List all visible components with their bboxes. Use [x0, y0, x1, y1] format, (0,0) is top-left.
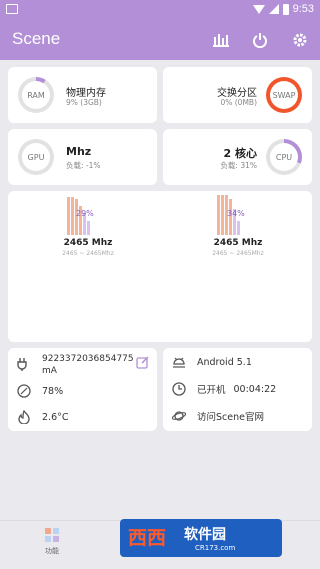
wifi-icon: [252, 4, 265, 14]
battery-temp: 2.6°C: [42, 411, 69, 423]
visit-website-link[interactable]: 访问Scene官网: [197, 409, 264, 423]
swap-card[interactable]: 交换分区 0% (0MB) SWAP: [163, 67, 312, 123]
core-0-range: 2465 ~ 2465Mhz: [62, 250, 114, 257]
ram-card[interactable]: RAM 物理内存 9% (3GB): [8, 67, 157, 123]
ram-sub: 9% (3GB): [66, 98, 102, 107]
plug-icon: [16, 356, 32, 372]
app-title: Scene: [12, 29, 61, 48]
battery-icon: [282, 3, 289, 15]
clock-icon: [171, 381, 187, 397]
uptime-label: 已开机: [197, 385, 226, 396]
ram-ring: RAM: [18, 77, 54, 113]
nav-functions-label: 功能: [45, 547, 59, 555]
core-0-percent: 29%: [76, 209, 94, 218]
watermark-logo: 西西: [128, 527, 167, 549]
uptime-value: 00:04:22: [233, 383, 277, 395]
battery-card[interactable]: 9223372036854775 mA 78% 2.6°C: [8, 348, 157, 431]
app-bar: Scene: [0, 20, 320, 60]
power-icon[interactable]: [249, 29, 271, 51]
cpu-sub: 负载: 31%: [220, 161, 257, 170]
battery-temp-row: 2.6°C: [16, 409, 69, 425]
cpu-cores-card: 29% 2465 Mhz 2465 ~ 2465Mhz 34% 2465 Mhz…: [8, 191, 312, 342]
watermark-name: 软件园: [184, 527, 226, 543]
uptime-row: 已开机 00:04:22: [171, 381, 276, 397]
cpu-title: 2 核心: [223, 147, 257, 160]
percent-icon: [16, 383, 32, 399]
gpu-sub: 负载: -1%: [66, 161, 101, 170]
cpu-ring: CPU: [266, 139, 302, 175]
android-icon: [171, 354, 187, 370]
device-card[interactable]: Android 5.1 已开机 00:04:22 访问Scene官网: [163, 348, 312, 431]
planet-icon: [171, 408, 187, 424]
clock: 9:53: [292, 3, 314, 15]
ram-title: 物理内存: [66, 88, 106, 99]
swap-title: 交换分区: [217, 88, 257, 99]
chart-icon[interactable]: [210, 29, 232, 51]
grid-icon: [44, 527, 60, 543]
nav-functions[interactable]: 功能: [22, 527, 82, 556]
battery-level: 78%: [42, 385, 64, 397]
core-0-freq: 2465 Mhz: [63, 238, 113, 248]
cpu-card[interactable]: 2 核心 负载: 31% CPU: [163, 129, 312, 185]
core-1-percent: 34%: [227, 209, 245, 218]
gpu-card[interactable]: GPU Mhz 负载: -1%: [8, 129, 157, 185]
watermark-url: CR173.com: [195, 544, 236, 552]
signal-icon: [268, 4, 279, 14]
android-version: Android 5.1: [197, 356, 252, 368]
flame-icon: [16, 409, 32, 425]
battery-capacity-row: 9223372036854775 mA: [16, 353, 152, 377]
battery-capacity: 9223372036854775 mA: [42, 354, 134, 376]
battery-level-row: 78%: [16, 383, 63, 399]
gpu-ring: GPU: [18, 139, 54, 175]
gpu-title: Mhz: [66, 145, 92, 158]
settings-icon[interactable]: [289, 29, 311, 51]
android-version-row: Android 5.1: [171, 354, 252, 370]
screenshot-icon: [6, 4, 18, 14]
status-icons: 9:53: [252, 3, 314, 15]
swap-ring: SWAP: [266, 77, 302, 113]
visit-website-row[interactable]: 访问Scene官网: [171, 408, 264, 424]
core-1-freq: 2465 Mhz: [213, 238, 263, 248]
swap-sub: 0% (0MB): [220, 98, 257, 107]
core-1-range: 2465 ~ 2465Mhz: [212, 250, 264, 257]
edit-icon[interactable]: [136, 355, 150, 372]
watermark: 西西 软件园 CR173.com: [120, 519, 282, 557]
status-bar: 9:53: [0, 0, 320, 20]
